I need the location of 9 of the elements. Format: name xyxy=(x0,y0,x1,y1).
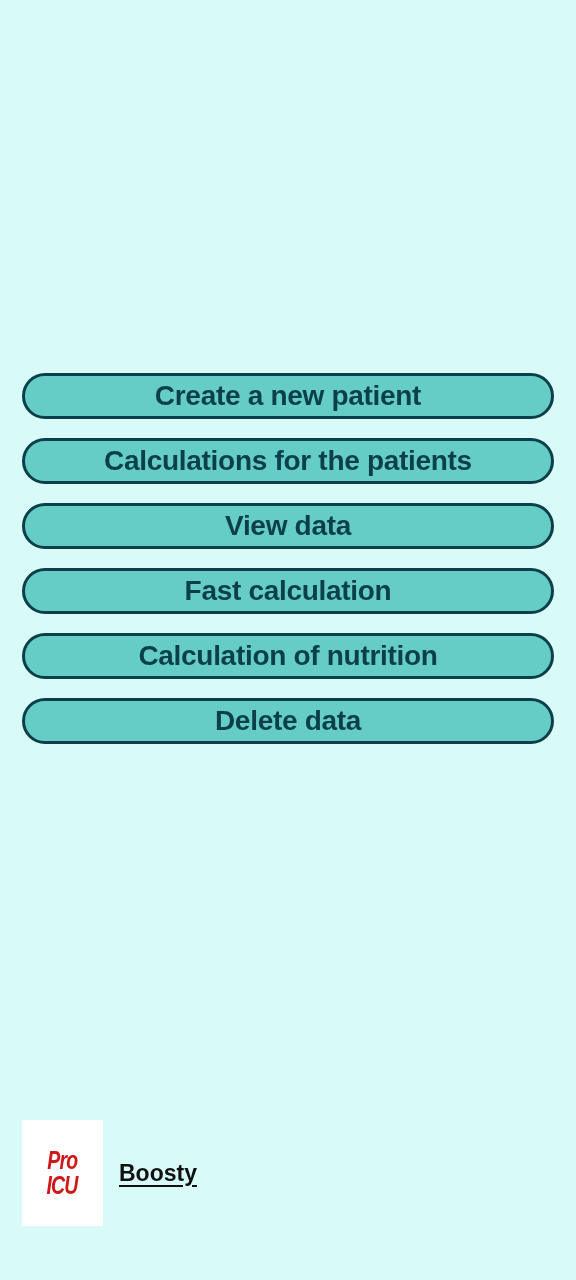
menu-button[interactable]: Calculations for the patients xyxy=(22,438,554,484)
logo-text: ICU xyxy=(46,1173,79,1198)
logo-text: Pro xyxy=(47,1148,78,1173)
boosty-link[interactable]: Boosty xyxy=(119,1155,197,1191)
menu-button[interactable]: Delete data xyxy=(22,698,554,744)
menu-button[interactable]: View data xyxy=(22,503,554,549)
menu-button[interactable]: Calculation of nutrition xyxy=(22,633,554,679)
menu-button[interactable]: Fast calculation xyxy=(22,568,554,614)
menu-button[interactable]: Create a new patient xyxy=(22,373,554,419)
